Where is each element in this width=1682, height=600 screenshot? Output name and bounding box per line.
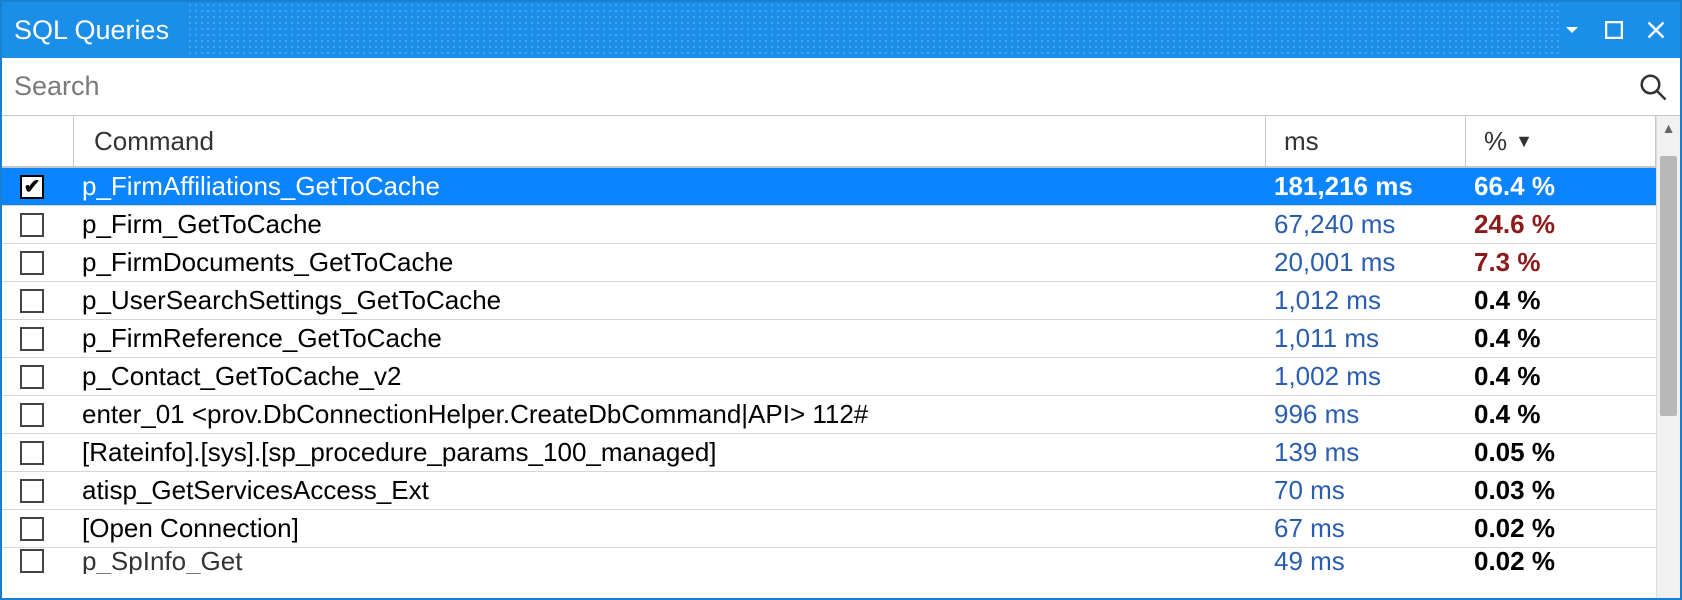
row-command: p_FirmAffiliations_GetToCache: [74, 171, 1266, 202]
row-percent: 7.3 %: [1466, 247, 1656, 278]
row-percent: 0.4 %: [1466, 399, 1656, 430]
row-percent: 0.05 %: [1466, 437, 1656, 468]
row-checkbox[interactable]: [20, 441, 44, 465]
row-percent: 0.4 %: [1466, 361, 1656, 392]
grid-header: Command ms % ▼: [2, 116, 1656, 168]
row-ms: 996 ms: [1266, 399, 1466, 430]
column-header-percent-label: %: [1484, 126, 1507, 157]
row-command: p_FirmReference_GetToCache: [74, 323, 1266, 354]
close-icon[interactable]: [1644, 18, 1668, 42]
row-ms: 181,216 ms: [1266, 171, 1466, 202]
row-percent: 0.02 %: [1466, 548, 1656, 574]
row-checkbox-cell: [2, 403, 74, 427]
row-checkbox-cell: [2, 517, 74, 541]
row-percent: 0.4 %: [1466, 285, 1656, 316]
row-checkbox-cell: [2, 479, 74, 503]
row-ms: 49 ms: [1266, 548, 1466, 574]
row-ms: 139 ms: [1266, 437, 1466, 468]
sql-queries-panel: SQL Queries Command ms %: [0, 0, 1682, 600]
table-row[interactable]: p_FirmReference_GetToCache1,011 ms0.4 %: [2, 320, 1656, 358]
row-ms: 20,001 ms: [1266, 247, 1466, 278]
row-ms: 70 ms: [1266, 475, 1466, 506]
row-checkbox[interactable]: ✔: [20, 175, 44, 199]
table-row[interactable]: p_Contact_GetToCache_v21,002 ms0.4 %: [2, 358, 1656, 396]
scroll-up-icon[interactable]: ▲: [1657, 116, 1680, 140]
row-checkbox-cell: ✔: [2, 175, 74, 199]
row-checkbox[interactable]: [20, 549, 44, 573]
row-checkbox[interactable]: [20, 365, 44, 389]
row-command: p_UserSearchSettings_GetToCache: [74, 285, 1266, 316]
table-row[interactable]: [Open Connection]67 ms0.02 %: [2, 510, 1656, 548]
row-checkbox[interactable]: [20, 403, 44, 427]
row-command: atisp_GetServicesAccess_Ext: [74, 475, 1266, 506]
row-ms: 1,012 ms: [1266, 285, 1466, 316]
row-checkbox-cell: [2, 213, 74, 237]
titlebar[interactable]: SQL Queries: [2, 2, 1680, 58]
row-percent: 0.4 %: [1466, 323, 1656, 354]
column-header-checkbox[interactable]: [2, 116, 74, 166]
row-checkbox-cell: [2, 365, 74, 389]
row-command: p_Firm_GetToCache: [74, 209, 1266, 240]
row-percent: 0.02 %: [1466, 513, 1656, 544]
search-input[interactable]: [14, 71, 1638, 102]
rows-container: ✔ p_FirmAffiliations_GetToCache181,216 ms…: [2, 168, 1656, 574]
dropdown-icon[interactable]: [1560, 18, 1584, 42]
row-percent: 66.4 %: [1466, 171, 1656, 202]
row-ms: 67,240 ms: [1266, 209, 1466, 240]
table-row[interactable]: atisp_GetServicesAccess_Ext70 ms0.03 %: [2, 472, 1656, 510]
maximize-icon[interactable]: [1602, 18, 1626, 42]
table-row[interactable]: ✔ p_FirmAffiliations_GetToCache181,216 ms…: [2, 168, 1656, 206]
row-percent: 24.6 %: [1466, 209, 1656, 240]
row-checkbox-cell: [2, 251, 74, 275]
vertical-scrollbar[interactable]: ▲: [1656, 116, 1680, 598]
row-checkbox[interactable]: [20, 213, 44, 237]
checkmark-icon: ✔: [24, 177, 41, 197]
row-checkbox[interactable]: [20, 479, 44, 503]
row-checkbox[interactable]: [20, 327, 44, 351]
row-checkbox-cell: [2, 289, 74, 313]
table-row[interactable]: [Rateinfo].[sys].[sp_procedure_params_10…: [2, 434, 1656, 472]
row-checkbox-cell: [2, 441, 74, 465]
search-icon[interactable]: [1638, 72, 1668, 102]
grid-main: Command ms % ▼ ✔ p_FirmAffiliations_GetTo…: [2, 116, 1656, 598]
table-row[interactable]: p_FirmDocuments_GetToCache20,001 ms7.3 %: [2, 244, 1656, 282]
row-command: p_FirmDocuments_GetToCache: [74, 247, 1266, 278]
row-command: [Rateinfo].[sys].[sp_procedure_params_10…: [74, 437, 1266, 468]
row-percent: 0.03 %: [1466, 475, 1656, 506]
column-header-command[interactable]: Command: [74, 116, 1266, 166]
table-row[interactable]: enter_01 <prov.DbConnectionHelper.Create…: [2, 396, 1656, 434]
table-row[interactable]: p_UserSearchSettings_GetToCache1,012 ms0…: [2, 282, 1656, 320]
table-row[interactable]: p_SpInfo_Get49 ms0.02 %: [2, 548, 1656, 574]
row-checkbox[interactable]: [20, 251, 44, 275]
window-buttons: [1560, 18, 1668, 42]
table-row[interactable]: p_Firm_GetToCache67,240 ms24.6 %: [2, 206, 1656, 244]
column-header-percent[interactable]: % ▼: [1466, 116, 1656, 166]
row-ms: 1,002 ms: [1266, 361, 1466, 392]
row-ms: 1,011 ms: [1266, 323, 1466, 354]
search-bar: [2, 58, 1680, 116]
titlebar-grip[interactable]: [187, 2, 1560, 58]
window-title: SQL Queries: [14, 15, 169, 46]
column-header-ms[interactable]: ms: [1266, 116, 1466, 166]
row-checkbox[interactable]: [20, 289, 44, 313]
row-checkbox-cell: [2, 327, 74, 351]
row-checkbox-cell: [2, 549, 74, 573]
row-command: p_SpInfo_Get: [74, 548, 1266, 574]
row-checkbox[interactable]: [20, 517, 44, 541]
row-command: p_Contact_GetToCache_v2: [74, 361, 1266, 392]
sort-indicator-icon: ▼: [1515, 131, 1533, 152]
row-command: enter_01 <prov.DbConnectionHelper.Create…: [74, 399, 1266, 430]
row-command: [Open Connection]: [74, 513, 1266, 544]
results-grid: Command ms % ▼ ✔ p_FirmAffiliations_GetTo…: [2, 116, 1680, 598]
scroll-thumb[interactable]: [1660, 156, 1677, 416]
row-ms: 67 ms: [1266, 513, 1466, 544]
